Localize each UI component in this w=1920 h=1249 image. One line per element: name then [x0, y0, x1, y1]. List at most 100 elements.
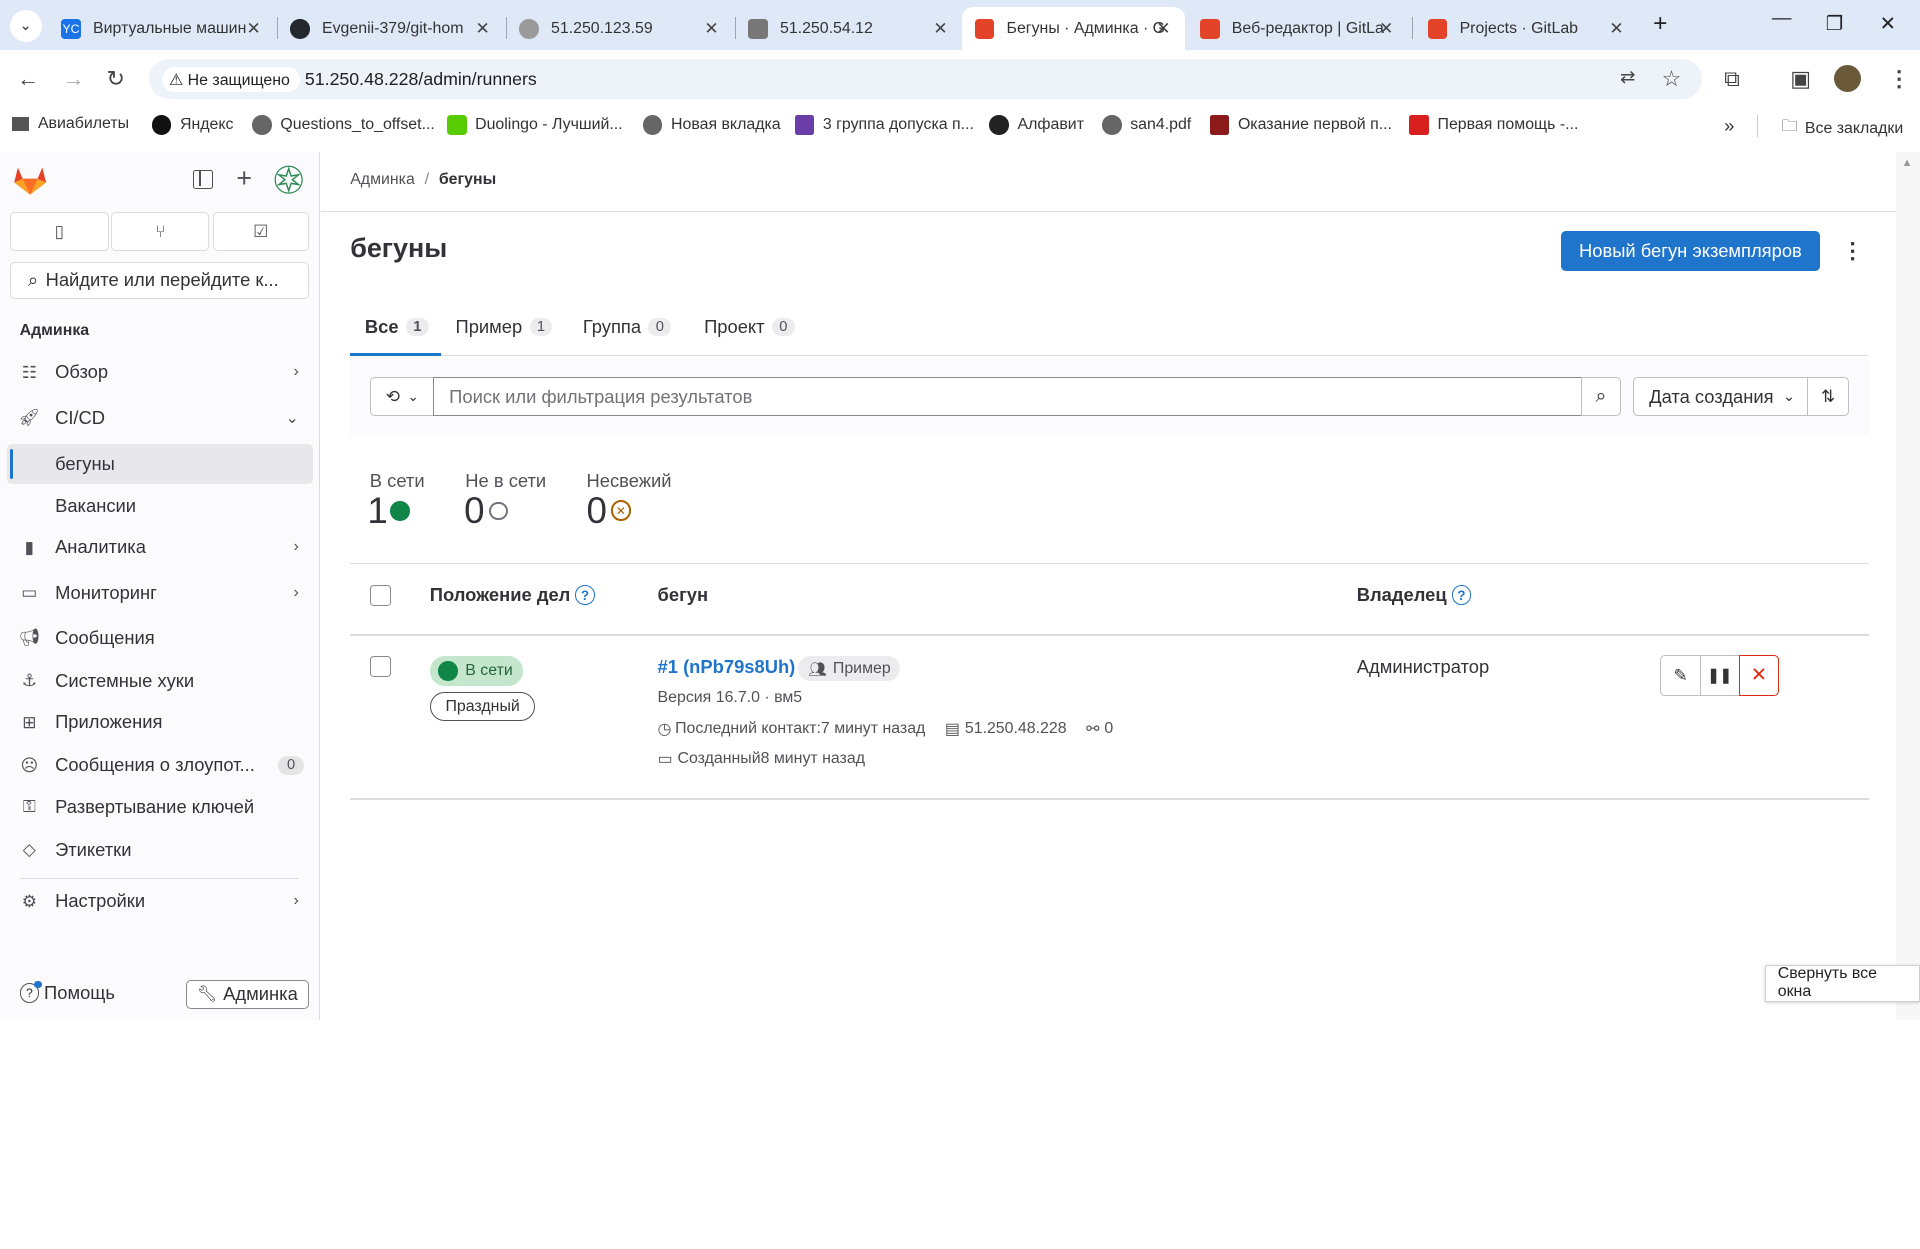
pause-button[interactable]: ❚❚: [1700, 655, 1740, 695]
sidebar-item-cicd[interactable]: 🚀︎CI/CD⌄: [20, 398, 314, 437]
sidebar-item-analytics[interactable]: ▮Аналитика›: [20, 528, 314, 567]
tab-search-chevron-icon[interactable]: ⌄: [10, 10, 42, 42]
star-icon[interactable]: ☆: [1662, 66, 1682, 92]
sidebar-item-monitoring[interactable]: ▭Мониторинг›: [20, 573, 314, 612]
runner-meta: ◷Последний контакт:7 минут назад▤51.250.…: [658, 719, 1114, 739]
sidebar-item-overview[interactable]: ☷Обзор›: [20, 353, 314, 392]
admin-button[interactable]: 🔧︎Админка: [186, 980, 308, 1009]
row-checkbox[interactable]: [370, 656, 391, 677]
todos-icon[interactable]: ☑: [213, 212, 309, 251]
browser-tab[interactable]: Evgenii-379/git-hom✕: [278, 7, 505, 50]
tab-project[interactable]: Проект0: [704, 316, 795, 338]
close-icon[interactable]: ✕: [1156, 18, 1170, 39]
issues-icon[interactable]: ▯: [10, 212, 109, 251]
hook-icon: ⚓︎: [20, 671, 40, 691]
close-icon[interactable]: ✕: [933, 18, 947, 39]
edit-button[interactable]: ✎: [1660, 655, 1700, 695]
globe-icon: [1102, 115, 1122, 135]
bookmark[interactable]: Алфавит: [989, 115, 1084, 135]
bookmark[interactable]: Авиабилеты: [12, 115, 129, 133]
merge-requests-icon[interactable]: ⑂: [111, 212, 209, 251]
bookmark[interactable]: Оказание первой п...: [1210, 115, 1392, 135]
browser-tab[interactable]: 51.250.54.12✕: [736, 7, 963, 50]
window-close-icon[interactable]: ✕: [1880, 12, 1896, 36]
breadcrumb-current[interactable]: бегуны: [439, 171, 496, 188]
gitlab-logo-icon[interactable]: [13, 164, 47, 196]
sidebar-item-settings[interactable]: ⚙Настройки›: [20, 882, 314, 921]
online-dot-icon: [390, 501, 410, 521]
tab-all[interactable]: Все1: [365, 316, 429, 338]
minimize-icon[interactable]: —: [1772, 7, 1792, 30]
sort-direction-icon[interactable]: ⇅: [1807, 377, 1849, 416]
tab-group[interactable]: Группа0: [583, 316, 671, 338]
sidebar-item-deploy-keys[interactable]: ⚿Развертывание ключей: [20, 787, 314, 826]
url-text[interactable]: 51.250.48.228/admin/runners: [305, 69, 537, 90]
breadcrumb: Админка/бегуны: [350, 171, 496, 189]
browser-tab[interactable]: Projects · GitLab✕: [1416, 7, 1639, 50]
all-bookmarks[interactable]: 🗀Все закладки: [1782, 115, 1904, 142]
sidebar-item-messages[interactable]: 📢︎Сообщения: [20, 618, 314, 657]
rocket-icon: 🚀︎: [20, 408, 40, 428]
calendar-icon: ▭: [658, 749, 673, 769]
translate-icon[interactable]: ⇄: [1620, 66, 1635, 88]
close-icon[interactable]: ✕: [704, 18, 718, 39]
delete-button[interactable]: ✕: [1739, 655, 1779, 695]
breadcrumb-root[interactable]: Админка: [350, 171, 415, 188]
forward-icon[interactable]: →: [62, 66, 84, 92]
browser-tab-active[interactable]: Бегуны · Админка · G✕: [962, 7, 1185, 50]
new-runner-button[interactable]: Новый бегун экземпляров: [1561, 231, 1819, 270]
profile-avatar[interactable]: [1834, 65, 1861, 92]
sidebar-item-jobs[interactable]: Вакансии: [55, 486, 349, 525]
bookmark[interactable]: Questions_to_offset...: [252, 115, 435, 135]
bookmark[interactable]: Duolingo - Лучший...: [447, 115, 623, 135]
sidebar-item-applications[interactable]: ⊞Приложения: [20, 703, 314, 742]
close-icon[interactable]: ✕: [1379, 18, 1393, 39]
stat-offline: 0: [464, 490, 508, 532]
sidebar-item-runners[interactable]: бегуны: [55, 444, 349, 483]
select-all-checkbox[interactable]: [370, 585, 391, 606]
browser-tab[interactable]: 51.250.123.59✕: [507, 7, 734, 50]
help-icon[interactable]: ?: [1452, 585, 1472, 605]
bookmark[interactable]: Первая помощь -...: [1409, 115, 1578, 135]
security-indicator[interactable]: ⚠ Не защищено: [162, 67, 300, 92]
bookmark[interactable]: Новая вкладка: [643, 115, 781, 135]
sidebar-item-abuse[interactable]: ☹Сообщения о злоупот...0: [20, 746, 314, 785]
sidebar-item-labels[interactable]: ◇Этикетки: [20, 830, 314, 869]
help-link[interactable]: ?Помощь: [20, 982, 115, 1004]
gitlab-icon: [1428, 19, 1448, 39]
create-new-icon[interactable]: +: [236, 163, 252, 194]
reload-icon[interactable]: ↻: [107, 66, 125, 92]
bookmark[interactable]: 3 группа допуска п...: [795, 115, 974, 135]
restore-icon[interactable]: ❐: [1826, 12, 1844, 36]
back-icon[interactable]: ←: [17, 66, 39, 92]
sidebar-toggle-icon[interactable]: [193, 170, 213, 188]
pause-icon: ❚❚: [1707, 667, 1732, 684]
browser-tab[interactable]: YCВиртуальные машин✕: [49, 7, 276, 50]
new-tab-icon[interactable]: +: [1653, 10, 1667, 38]
search-input[interactable]: ⌕Найдите или перейдите к...: [10, 262, 309, 299]
runner-link[interactable]: #1 (nPb79s8Uh): [658, 656, 796, 678]
status-badge-online: В сети: [430, 656, 523, 685]
bookmark[interactable]: Яндекс: [152, 115, 234, 135]
sidepanel-icon[interactable]: ▣: [1790, 66, 1811, 92]
tab-instance[interactable]: Пример1: [456, 316, 553, 338]
close-icon[interactable]: ✕: [475, 18, 489, 39]
filter-search-input[interactable]: Поиск или фильтрация результатов: [433, 377, 1582, 416]
history-dropdown[interactable]: ⟲⌄: [370, 377, 435, 416]
key-icon: ⚿: [20, 797, 40, 817]
close-icon[interactable]: ✕: [1609, 18, 1623, 39]
user-avatar-icon[interactable]: [274, 165, 303, 194]
browser-tab[interactable]: Веб-редактор | GitLa✕: [1188, 7, 1408, 50]
scrollbar[interactable]: ▲: [1896, 152, 1920, 1020]
chevron-down-icon: ⌄: [285, 408, 298, 428]
sort-dropdown[interactable]: Дата создания⌄: [1633, 377, 1808, 416]
sidebar-item-hooks[interactable]: ⚓︎Системные хуки: [20, 661, 314, 700]
help-icon[interactable]: ?: [575, 585, 595, 605]
menu-icon[interactable]: ⋮: [1888, 66, 1910, 92]
more-bookmarks-icon[interactable]: »: [1724, 115, 1734, 137]
more-options-icon[interactable]: ⋮: [1842, 238, 1864, 264]
search-icon[interactable]: ⌕: [1581, 377, 1621, 416]
bookmark[interactable]: san4.pdf: [1102, 115, 1191, 135]
extensions-icon[interactable]: ⧉: [1724, 66, 1740, 92]
close-icon[interactable]: ✕: [246, 18, 260, 39]
